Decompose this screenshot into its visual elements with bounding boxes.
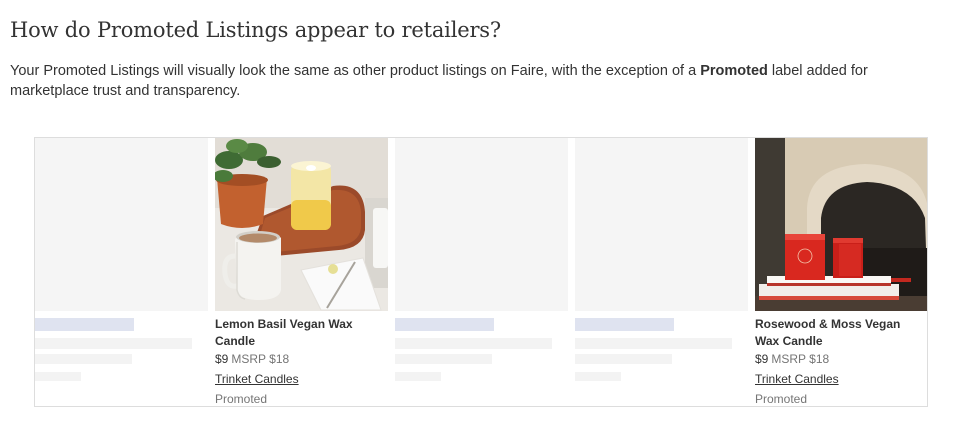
placeholder-bar [395,318,494,331]
promoted-label: Promoted [755,392,808,406]
placeholder-card [575,138,748,406]
placeholder-bar [395,372,441,381]
placeholder-bar [575,354,672,364]
placeholder-image [395,138,568,311]
product-name[interactable]: Lemon Basil Vegan Wax Candle [215,316,387,350]
product-image-candle-mug[interactable] [215,138,388,311]
description: Your Promoted Listings will visually loo… [10,61,940,101]
product-price: $9 MSRP $18 [215,352,289,366]
product-price: $9 MSRP $18 [755,352,829,366]
promoted-label: Promoted [215,392,268,406]
placeholder-bar [575,372,621,381]
placeholder-image [35,138,208,311]
placeholder-bar [395,354,492,364]
placeholder-bar [35,338,192,349]
placeholder-card [35,138,208,406]
placeholder-bar [35,354,132,364]
description-text: Your Promoted Listings will visually loo… [10,63,701,79]
wholesale-price: $9 [215,352,229,366]
msrp-price: MSRP $18 [771,352,830,366]
product-card-rosewood-moss[interactable]: Rosewood & Moss Vegan Wax Candle $9 MSRP … [755,138,927,406]
msrp-price: MSRP $18 [231,352,290,366]
placeholder-bar [395,338,552,349]
placeholder-bar [35,372,81,381]
placeholder-bar [575,338,732,349]
page-title: How do Promoted Listings appear to retai… [10,18,501,42]
placeholder-image [575,138,748,311]
placeholder-bar [35,318,134,331]
brand-link[interactable]: Trinket Candles [755,372,839,386]
placeholder-bar [575,318,674,331]
product-card-lemon-basil[interactable]: Lemon Basil Vegan Wax Candle $9 MSRP $18 … [215,138,388,406]
red-candle-box-fireplace-photo [755,138,927,311]
placeholder-card [395,138,568,406]
wholesale-price: $9 [755,352,769,366]
product-listings-strip: Lemon Basil Vegan Wax Candle $9 MSRP $18 … [34,137,928,407]
product-image-red-candle[interactable] [755,138,927,311]
candle-with-mug-photo [215,138,388,311]
brand-link[interactable]: Trinket Candles [215,372,299,386]
product-name[interactable]: Rosewood & Moss Vegan Wax Candle [755,316,927,350]
promoted-emphasis: Promoted [700,63,768,79]
